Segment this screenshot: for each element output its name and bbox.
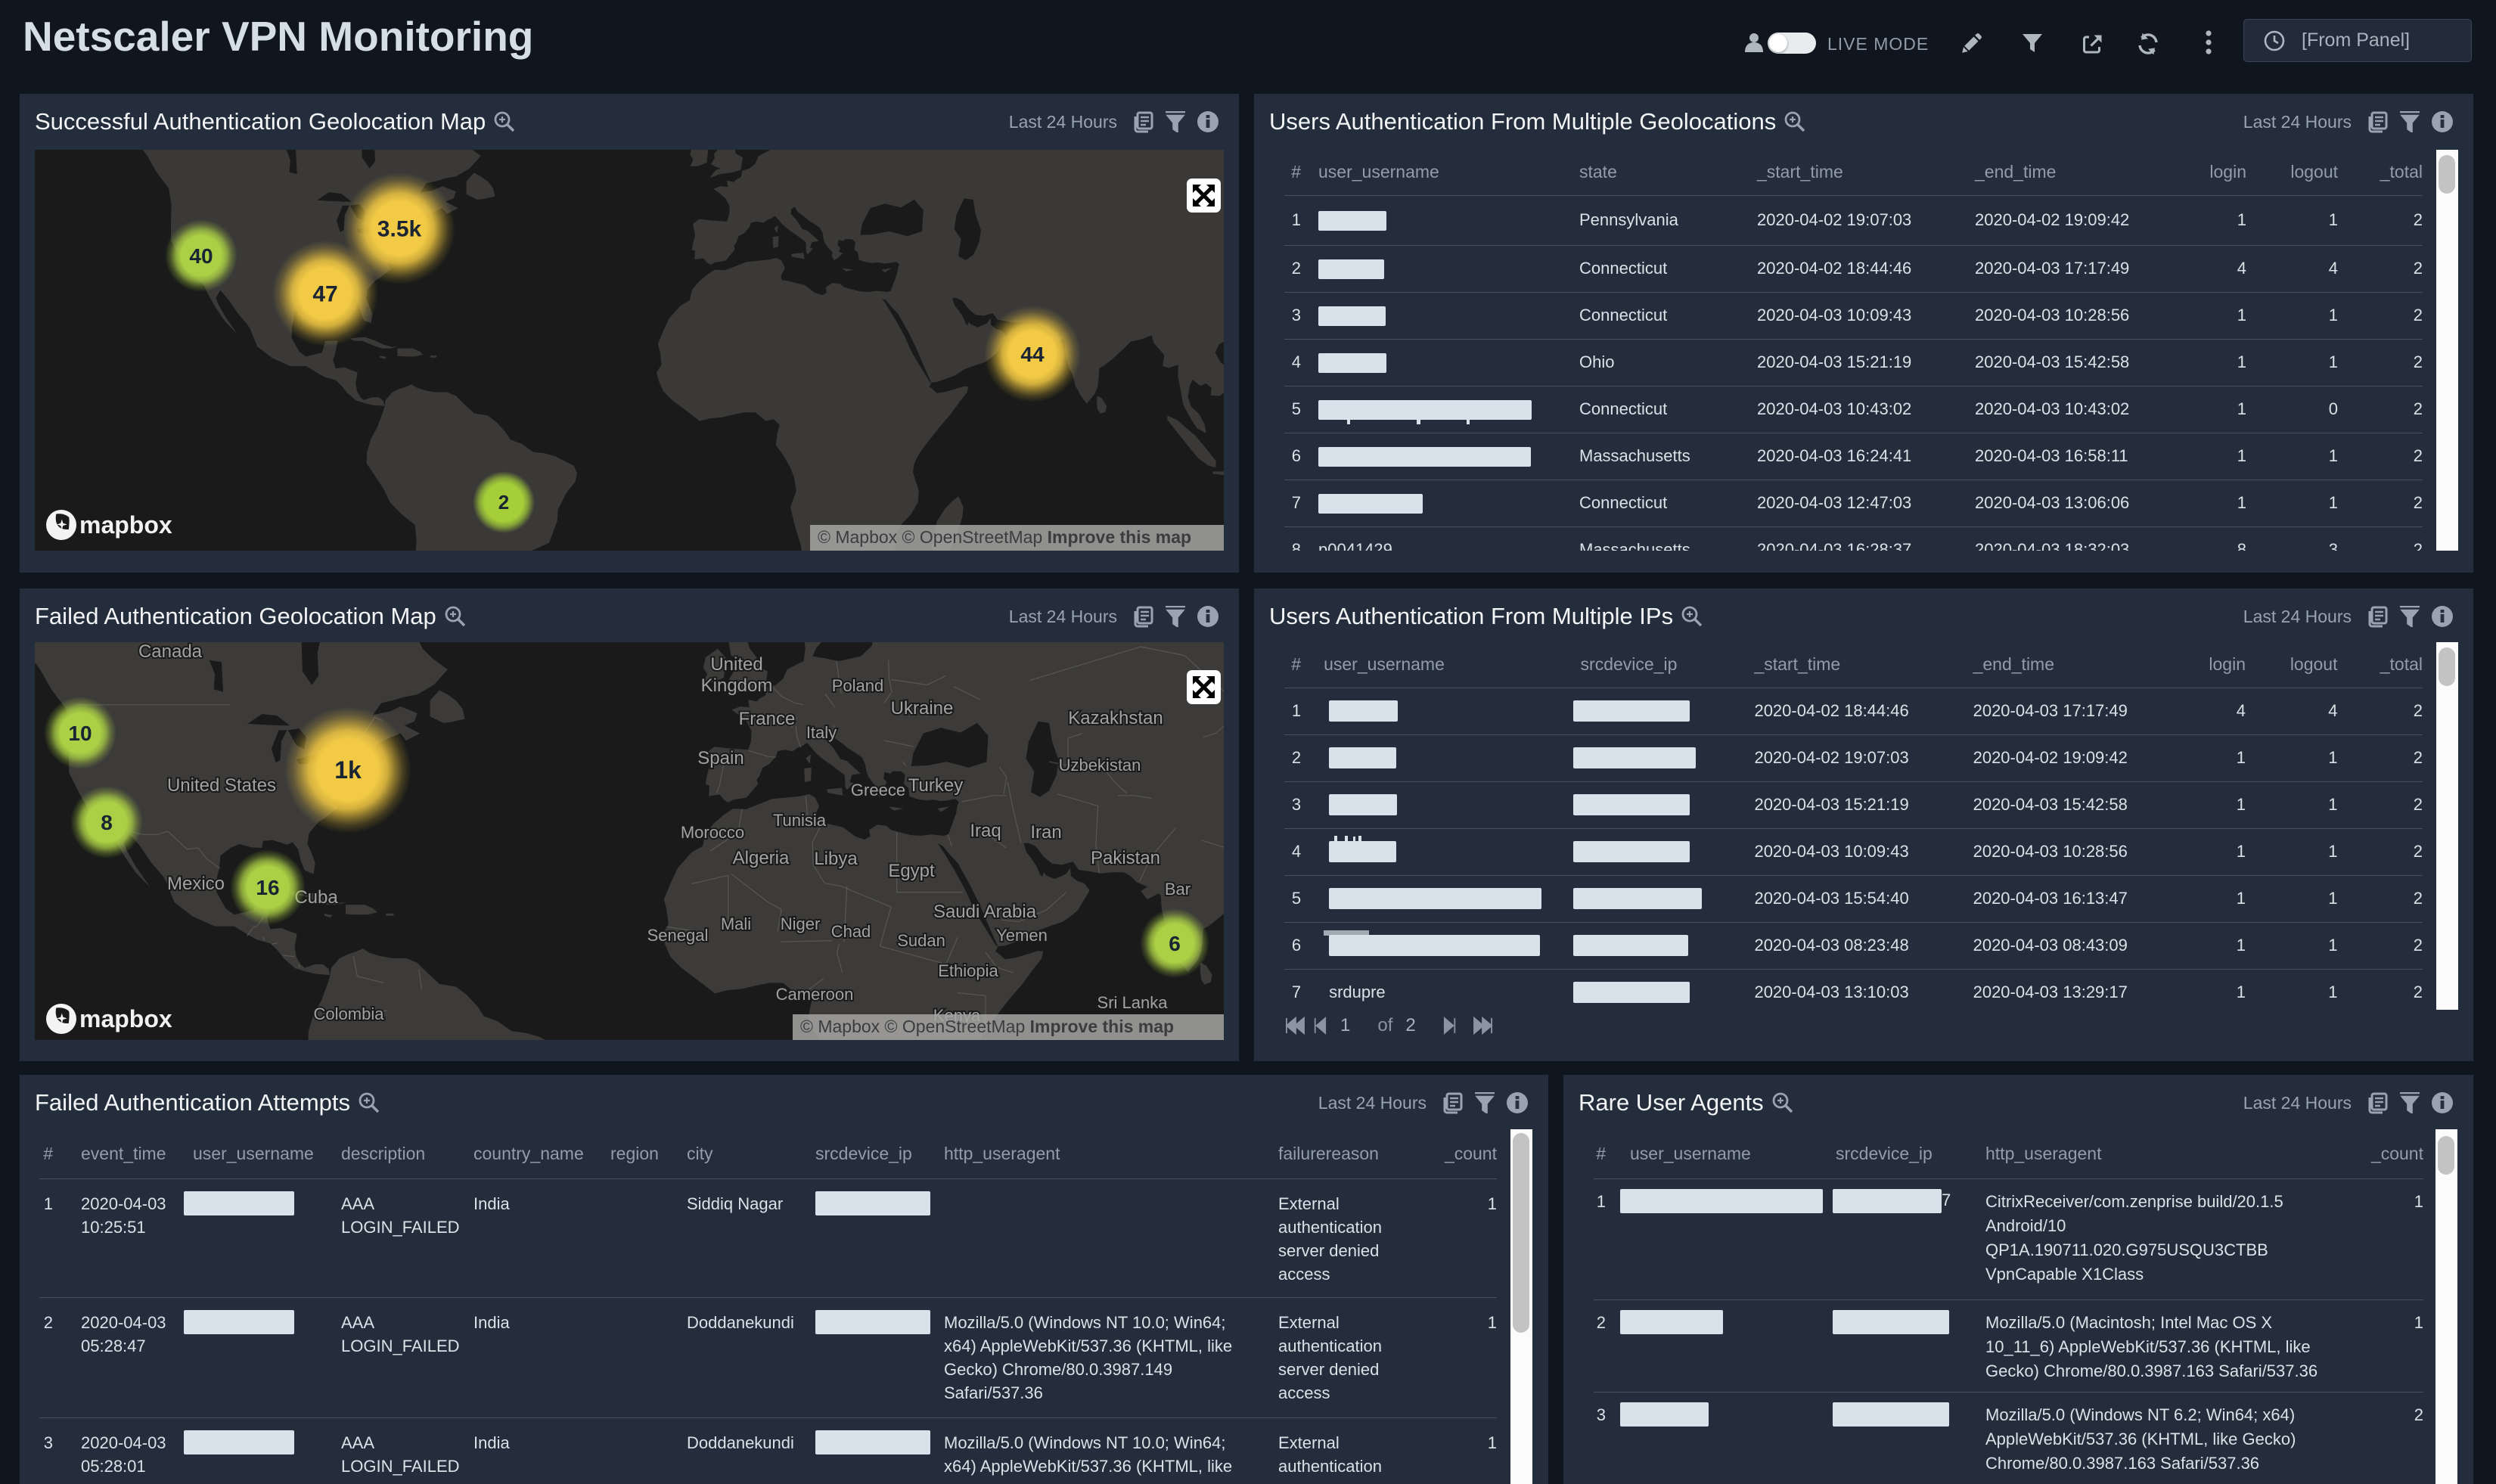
svg-text:Mali: Mali xyxy=(721,914,751,933)
svg-text:Senegal: Senegal xyxy=(647,926,709,945)
svg-text:6: 6 xyxy=(1169,932,1181,955)
svg-text:Yemen: Yemen xyxy=(996,926,1048,945)
svg-text:Iraq: Iraq xyxy=(970,821,1001,841)
svg-text:Niger: Niger xyxy=(781,914,821,933)
svg-text:Cameroon: Cameroon xyxy=(776,985,854,1004)
svg-text:Canada: Canada xyxy=(138,642,203,662)
svg-text:France: France xyxy=(739,709,796,729)
svg-text:Ukraine: Ukraine xyxy=(891,698,954,719)
svg-text:47: 47 xyxy=(312,282,337,307)
svg-text:1k: 1k xyxy=(334,756,362,784)
svg-text:Kingdom: Kingdom xyxy=(701,675,773,696)
svg-text:Algeria: Algeria xyxy=(733,848,790,868)
svg-text:Kazakhstan: Kazakhstan xyxy=(1068,708,1163,728)
svg-text:mapbox: mapbox xyxy=(79,511,172,539)
svg-text:10: 10 xyxy=(68,722,92,745)
svg-text:© Mapbox © OpenStreetMap Impro: © Mapbox © OpenStreetMap Improve this ma… xyxy=(818,527,1191,547)
svg-text:Iran: Iran xyxy=(1030,822,1061,843)
svg-text:40: 40 xyxy=(189,244,213,268)
svg-text:Turkey: Turkey xyxy=(908,775,963,796)
svg-text:Egypt: Egypt xyxy=(888,861,935,881)
svg-text:Chad: Chad xyxy=(831,922,871,941)
svg-text:3.5k: 3.5k xyxy=(377,217,422,242)
svg-text:Pakistan: Pakistan xyxy=(1091,848,1160,868)
svg-text:© Mapbox © OpenStreetMap Impro: © Mapbox © OpenStreetMap Improve this ma… xyxy=(800,1017,1174,1036)
svg-text:mapbox: mapbox xyxy=(79,1005,172,1032)
svg-text:16: 16 xyxy=(256,876,279,899)
svg-text:Tunisia: Tunisia xyxy=(773,811,827,830)
svg-text:Mexico: Mexico xyxy=(167,874,225,894)
svg-text:44: 44 xyxy=(1020,343,1045,366)
svg-text:Colombia: Colombia xyxy=(314,1004,385,1023)
svg-text:Ethiopia: Ethiopia xyxy=(938,961,998,980)
svg-text:Sri Lanka: Sri Lanka xyxy=(1097,993,1169,1012)
svg-text:Sudan: Sudan xyxy=(897,931,945,950)
svg-text:Morocco: Morocco xyxy=(681,823,744,842)
svg-text:2: 2 xyxy=(498,491,509,514)
svg-text:Greece: Greece xyxy=(851,781,905,799)
svg-text:Bar: Bar xyxy=(1165,880,1191,899)
svg-text:Italy: Italy xyxy=(806,723,837,742)
svg-text:Poland: Poland xyxy=(832,676,884,695)
svg-text:8: 8 xyxy=(101,811,113,834)
svg-text:Spain: Spain xyxy=(697,748,744,768)
svg-text:Uzbekistan: Uzbekistan xyxy=(1059,756,1141,775)
svg-text:Saudi Arabia: Saudi Arabia xyxy=(933,902,1037,922)
svg-text:Libya: Libya xyxy=(814,849,858,869)
svg-text:United: United xyxy=(710,654,762,675)
svg-text:United States: United States xyxy=(167,775,276,796)
